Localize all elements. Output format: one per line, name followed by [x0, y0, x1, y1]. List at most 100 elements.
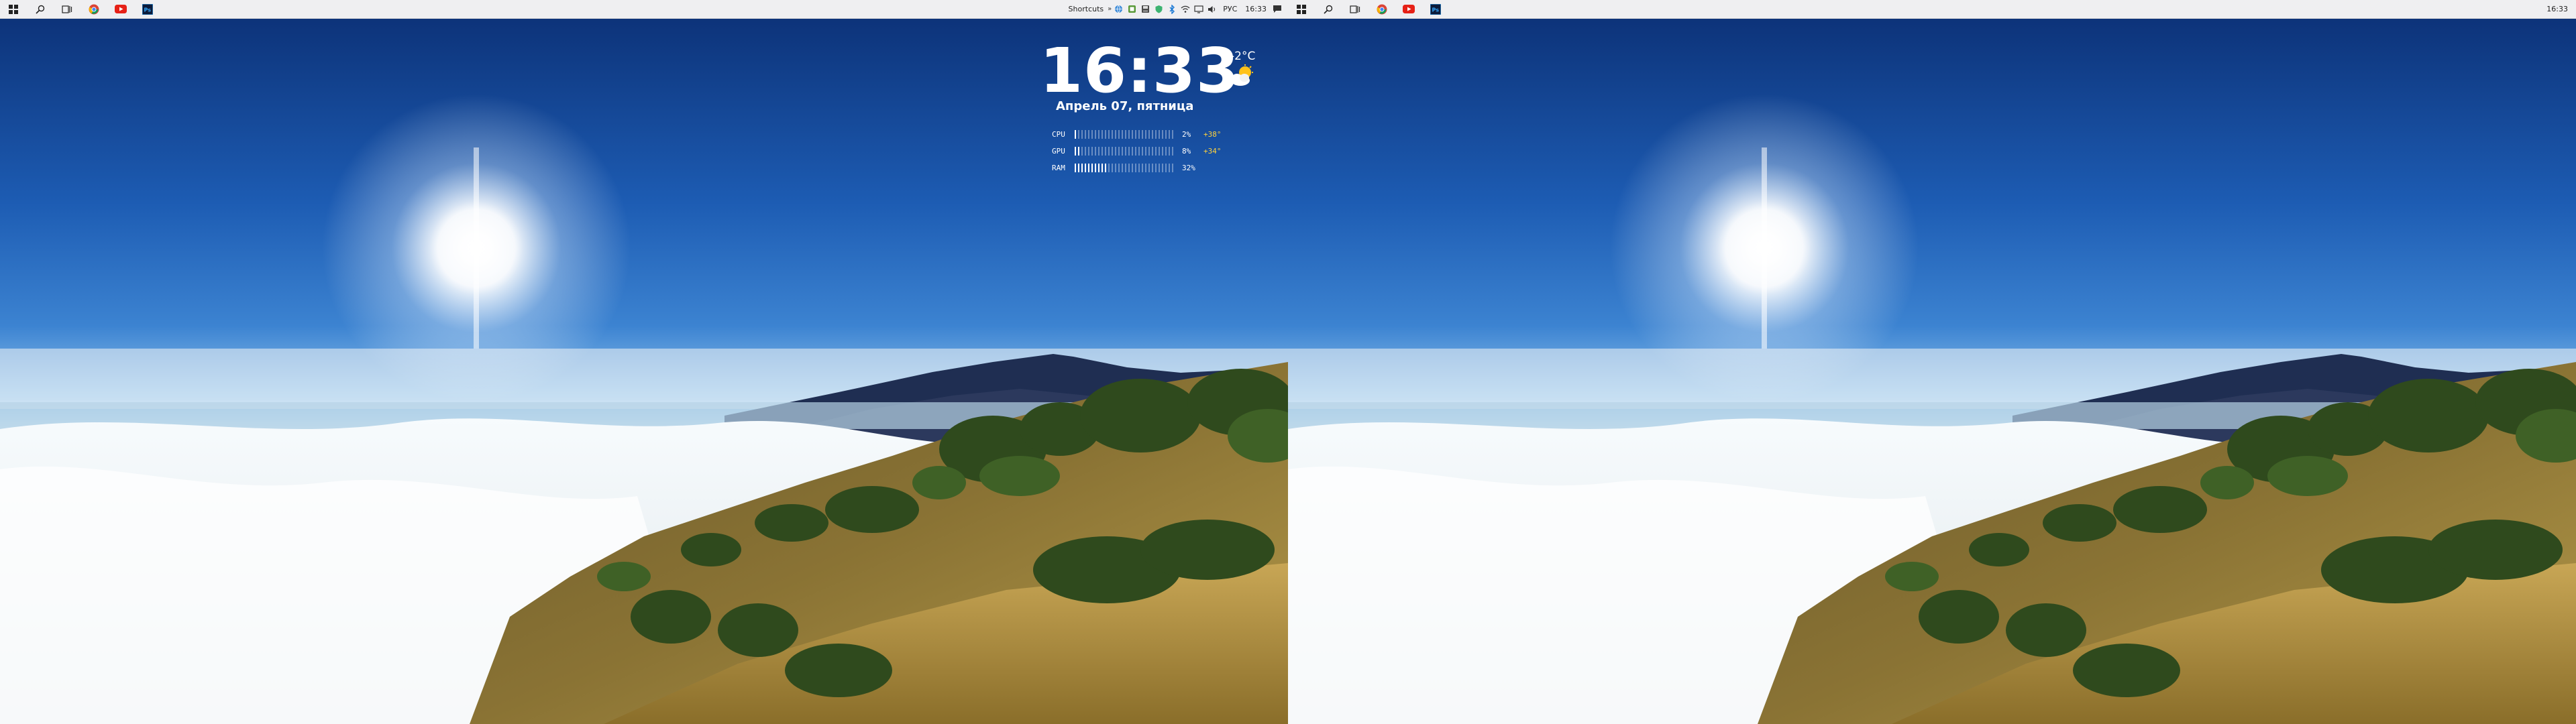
stat-bar-segment [1125, 164, 1126, 172]
taskbar-right: Ps 16:33 [1288, 0, 2576, 19]
stat-bar-segment [1142, 147, 1143, 156]
bluetooth-icon[interactable] [1165, 0, 1179, 19]
chrome-icon[interactable] [1368, 0, 1395, 19]
stat-bar-segment [1155, 147, 1157, 156]
stat-bar-segment [1112, 130, 1113, 139]
stat-bar-segment [1135, 164, 1136, 172]
stat-bar-segment [1142, 164, 1143, 172]
photoshop-icon[interactable]: Ps [134, 0, 161, 19]
vpn-shield-icon[interactable] [1152, 0, 1165, 19]
stat-bar-segment [1095, 164, 1096, 172]
stat-bar-segment [1145, 147, 1146, 156]
stat-row-gpu: GPU 8% +34° [1052, 143, 1222, 160]
stat-bar-segment [1078, 147, 1079, 156]
system-stats-widget: CPU 2% +38° GPU 8% +34° RAM 32% [1052, 126, 1222, 176]
taskbar-clock[interactable]: 16:33 [1241, 5, 1271, 13]
partly-sunny-icon [1229, 64, 1256, 90]
stat-bar-segment [1075, 147, 1076, 156]
widget-clock-time: 16:33 [1040, 35, 1240, 107]
task-view-icon[interactable] [1342, 0, 1368, 19]
photoshop-icon[interactable]: Ps [1422, 0, 1449, 19]
stat-bar-segment [1081, 164, 1083, 172]
stat-bar-segment [1155, 130, 1157, 139]
stat-bar-segment [1105, 130, 1106, 139]
stat-bar-segment [1148, 147, 1150, 156]
stat-bar-segment [1169, 147, 1170, 156]
stat-bar-segment [1122, 130, 1123, 139]
youtube-icon[interactable] [1395, 0, 1422, 19]
stat-bar-segment [1108, 147, 1110, 156]
stat-label: RAM [1052, 164, 1065, 172]
stat-bar-segment [1088, 130, 1089, 139]
stat-bar-segment [1088, 164, 1089, 172]
stat-bar-segment [1081, 130, 1083, 139]
stat-bar-segment [1115, 130, 1116, 139]
stat-bar-segment [1172, 147, 1173, 156]
stat-bar-segment [1105, 147, 1106, 156]
stat-bar-segment [1085, 164, 1086, 172]
stat-bar-segment [1152, 164, 1153, 172]
stat-bar-segment [1098, 130, 1099, 139]
shortcuts-toolbar-label[interactable]: Shortcuts [1065, 5, 1108, 13]
stat-bar-segment [1169, 164, 1170, 172]
stat-bar-segment [1159, 164, 1160, 172]
svg-text:Ps: Ps [1432, 7, 1440, 13]
stat-bar-segment [1159, 147, 1160, 156]
stat-bar-segment [1105, 164, 1106, 172]
taskbar-clock[interactable]: 16:33 [2542, 5, 2572, 13]
stat-label: CPU [1052, 130, 1065, 139]
stat-bar-segment [1091, 164, 1093, 172]
stat-bar-segment [1122, 164, 1123, 172]
stat-bar [1075, 147, 1175, 156]
monitor-left: Ps Shortcuts » РУС 16:33 16:33 Апрель 07… [0, 0, 1288, 724]
stat-bar-segment [1172, 130, 1173, 139]
chrome-icon[interactable] [80, 0, 107, 19]
stat-bar-segment [1165, 147, 1167, 156]
stat-bar-segment [1145, 164, 1146, 172]
stat-row-ram: RAM 32% [1052, 160, 1222, 176]
stat-bar-segment [1115, 147, 1116, 156]
network-globe-icon[interactable] [1112, 0, 1125, 19]
app-tray-icon[interactable] [1125, 0, 1138, 19]
stat-bar-segment [1088, 147, 1089, 156]
wifi-icon[interactable] [1179, 0, 1192, 19]
stat-bar-segment [1112, 147, 1113, 156]
stat-bar-segment [1075, 164, 1076, 172]
svg-text:Ps: Ps [144, 7, 152, 13]
stat-bar-segment [1098, 164, 1099, 172]
stat-bar-segment [1095, 130, 1096, 139]
stat-bar-segment [1102, 164, 1103, 172]
stat-row-cpu: CPU 2% +38° [1052, 126, 1222, 143]
stat-bar-segment [1091, 147, 1093, 156]
input-language-indicator[interactable]: РУС [1219, 5, 1241, 13]
stat-bar-segment [1169, 130, 1170, 139]
stat-bar-segment [1078, 164, 1079, 172]
stat-value: 32% [1182, 164, 1195, 172]
stat-bar-segment [1108, 164, 1110, 172]
stat-bar [1075, 164, 1175, 172]
windows-start-icon[interactable] [1288, 0, 1315, 19]
stat-bar-segment [1132, 164, 1133, 172]
stat-bar-segment [1135, 147, 1136, 156]
save-tray-icon[interactable] [1138, 0, 1152, 19]
stat-bar-segment [1095, 147, 1096, 156]
task-view-icon[interactable] [54, 0, 80, 19]
stat-bar-segment [1155, 164, 1157, 172]
stat-bar [1075, 130, 1175, 139]
stat-bar-segment [1162, 130, 1163, 139]
search-icon[interactable] [1315, 0, 1342, 19]
display-icon[interactable] [1192, 0, 1205, 19]
stat-bar-segment [1128, 130, 1130, 139]
volume-icon[interactable] [1205, 0, 1219, 19]
stat-temperature: +34° [1203, 147, 1222, 156]
stat-bar-segment [1172, 164, 1173, 172]
notifications-icon[interactable] [1271, 0, 1284, 19]
stat-bar-segment [1128, 164, 1130, 172]
stat-bar-segment [1142, 130, 1143, 139]
windows-start-icon[interactable] [0, 0, 27, 19]
stat-label: GPU [1052, 147, 1065, 156]
search-icon[interactable] [27, 0, 54, 19]
stat-bar-segment [1102, 130, 1103, 139]
youtube-icon[interactable] [107, 0, 134, 19]
widget-clock-date: Апрель 07, пятница [1056, 99, 1194, 113]
